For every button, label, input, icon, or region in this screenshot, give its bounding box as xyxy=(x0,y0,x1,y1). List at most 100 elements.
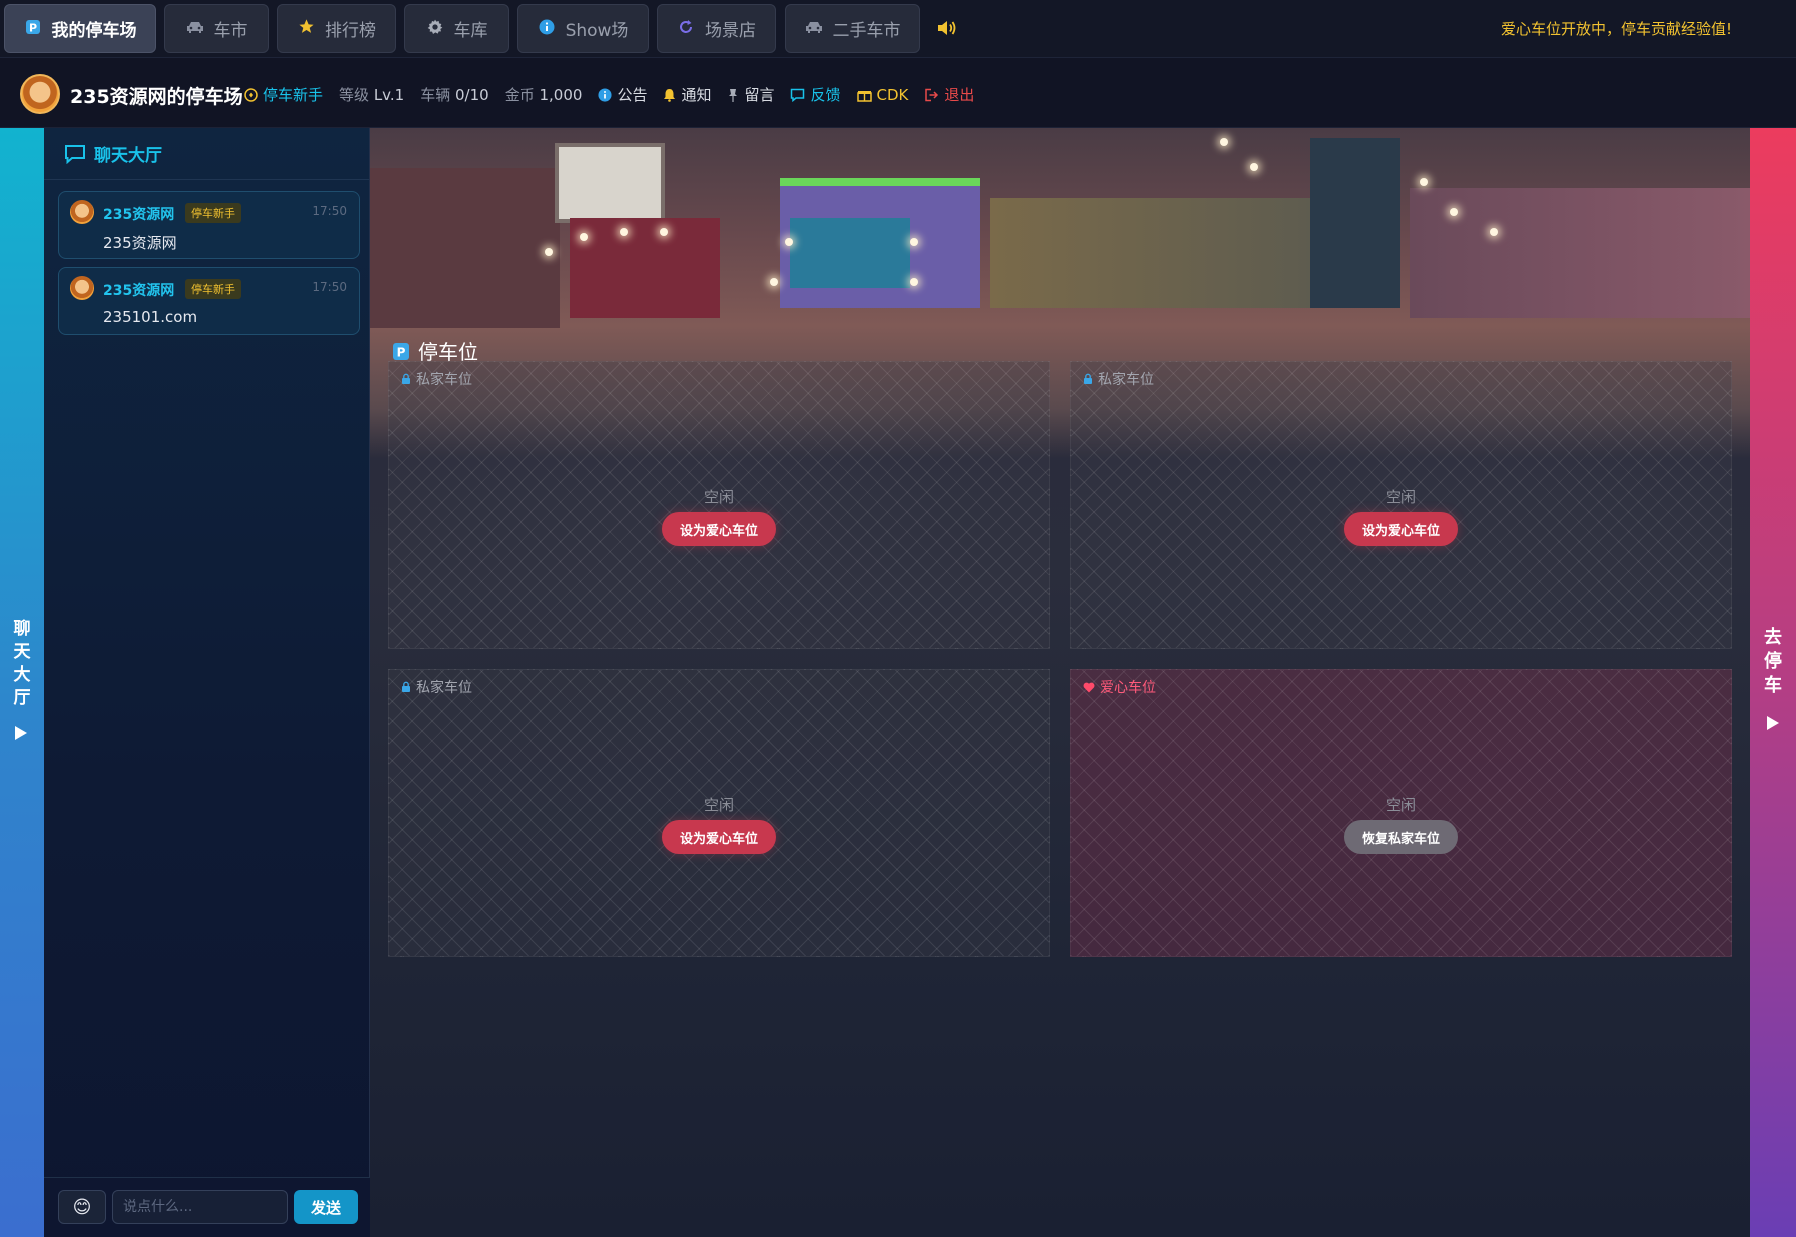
feedback-link[interactable]: 反馈 xyxy=(790,84,841,105)
message-user[interactable]: 235资源网 xyxy=(103,204,174,224)
parking-slot[interactable]: 私家车位 空闲 设为爱心车位 xyxy=(388,361,1050,649)
chat-message: 235资源网 停车新手 17:50 235资源网 xyxy=(58,191,360,259)
avatar[interactable] xyxy=(20,74,60,114)
bell-icon xyxy=(664,88,676,102)
tab-used-cars[interactable]: 二手车市 xyxy=(785,4,920,53)
slot-type-tag: 私家车位 xyxy=(1083,369,1154,389)
notice-link[interactable]: 公告 xyxy=(598,84,647,105)
tab-label: 二手车市 xyxy=(832,21,901,41)
chat-toggle-strip[interactable]: 聊天大厅 xyxy=(0,128,44,1237)
tab-my-parking[interactable]: P 我的停车场 xyxy=(4,4,156,53)
avatar[interactable] xyxy=(70,200,94,224)
avatar[interactable] xyxy=(70,276,94,300)
parking-icon: P xyxy=(24,19,42,39)
gift-icon xyxy=(856,90,872,102)
strip-char: 去 xyxy=(1764,627,1782,648)
set-love-slot-button[interactable]: 设为爱心车位 xyxy=(661,512,777,546)
rank-badge: 停车新手 xyxy=(244,84,323,105)
arrow-right-icon xyxy=(1767,716,1779,730)
parking-slot[interactable]: 私家车位 空闲 设为爱心车位 xyxy=(388,669,1050,957)
feedback-label: 反馈 xyxy=(810,86,841,104)
lock-icon xyxy=(402,681,410,692)
info-icon xyxy=(538,19,556,39)
coins-value: 1,000 xyxy=(539,86,583,104)
logout-link[interactable]: 退出 xyxy=(924,84,974,105)
notify-link[interactable]: 通知 xyxy=(663,84,711,105)
message-user[interactable]: 235资源网 xyxy=(103,280,174,300)
slot-type-tag: 爱心车位 xyxy=(1083,677,1156,697)
rank-icon xyxy=(244,87,258,102)
level-stat: 等级 Lv.1 xyxy=(339,84,404,105)
slot-state: 空闲 xyxy=(1385,796,1416,814)
notify-label: 通知 xyxy=(681,86,712,104)
strip-char: 车 xyxy=(1764,675,1782,696)
chat-message-input[interactable] xyxy=(112,1190,288,1224)
tab-scene-shop[interactable]: 场景店 xyxy=(657,4,776,53)
chat-message: 235资源网 停车新手 17:50 235101.com xyxy=(58,267,360,335)
message-link[interactable]: 留言 xyxy=(727,84,774,105)
slot-state: 空闲 xyxy=(703,488,734,506)
slot-type-label: 私家车位 xyxy=(416,680,472,696)
car-icon xyxy=(805,19,823,38)
gear-icon xyxy=(426,19,444,39)
parking-icon: P xyxy=(393,342,409,360)
go-park-label: 去停车 xyxy=(1750,626,1796,698)
vehicles-label: 车辆 xyxy=(420,86,451,104)
slot-type-tag: 私家车位 xyxy=(401,677,472,697)
restore-private-slot-button[interactable]: 恢复私家车位 xyxy=(1343,820,1459,854)
chat-icon xyxy=(65,144,85,164)
tab-leaderboard[interactable]: 排行榜 xyxy=(277,4,396,53)
refresh-icon xyxy=(677,19,695,39)
message-time: 17:50 xyxy=(312,280,347,294)
tab-car-market[interactable]: 车市 xyxy=(164,4,269,53)
slot-type-label: 私家车位 xyxy=(416,372,472,388)
cdk-link[interactable]: CDK xyxy=(856,85,909,104)
message-text: 235101.com xyxy=(103,308,198,326)
pin-icon xyxy=(729,88,738,102)
tab-label: 排行榜 xyxy=(325,21,376,41)
vehicles-value: 0/10 xyxy=(455,86,489,104)
tab-show[interactable]: Show场 xyxy=(517,4,649,53)
logout-label: 退出 xyxy=(944,86,975,104)
logout-icon xyxy=(925,88,939,101)
tab-garage[interactable]: 车库 xyxy=(404,4,509,53)
slot-type-label: 私家车位 xyxy=(1098,372,1154,388)
coins-label: 金币 xyxy=(504,86,535,104)
volume-icon[interactable] xyxy=(935,17,957,39)
svg-text:P: P xyxy=(28,21,36,34)
message-label: 留言 xyxy=(744,86,775,104)
cdk-label: CDK xyxy=(876,85,909,104)
send-button[interactable]: 发送 xyxy=(294,1190,358,1224)
info-icon xyxy=(598,87,612,102)
set-love-slot-button[interactable]: 设为爱心车位 xyxy=(661,820,777,854)
message-time: 17:50 xyxy=(312,204,347,218)
lock-icon xyxy=(402,373,410,384)
parking-slot[interactable]: 私家车位 空闲 设为爱心车位 xyxy=(1070,361,1732,649)
strip-char: 大 xyxy=(13,665,31,685)
level-value: Lv.1 xyxy=(373,86,405,104)
level-label: 等级 xyxy=(339,86,370,104)
tab-label: Show场 xyxy=(565,21,629,41)
svg-text:P: P xyxy=(397,345,406,359)
set-love-slot-button[interactable]: 设为爱心车位 xyxy=(1343,512,1459,546)
emoji-button[interactable]: 😊 xyxy=(58,1190,106,1224)
message-badge: 停车新手 xyxy=(185,279,241,299)
announcement-text: 爱心车位开放中，停车贡献经验值! xyxy=(1500,20,1732,38)
lock-icon xyxy=(1084,373,1092,384)
slot-state: 空闲 xyxy=(1385,488,1416,506)
vehicles-stat: 车辆 0/10 xyxy=(420,84,488,105)
star-icon xyxy=(297,18,315,39)
message-badge: 停车新手 xyxy=(185,203,241,223)
go-park-strip[interactable]: 去停车 xyxy=(1750,128,1796,1237)
tab-label: 车库 xyxy=(453,21,488,41)
strip-char: 天 xyxy=(13,642,31,662)
slot-type-tag: 私家车位 xyxy=(401,369,472,389)
chat-title: 聊天大厅 xyxy=(94,146,162,166)
parking-slot-love[interactable]: 爱心车位 空闲 恢复私家车位 xyxy=(1070,669,1732,957)
parking-lot-title: 235资源网的停车场 xyxy=(70,86,243,108)
heart-icon xyxy=(1083,682,1095,692)
slot-type-label: 爱心车位 xyxy=(1100,680,1156,696)
slot-state: 空闲 xyxy=(703,796,734,814)
parking-lot-area: P 停车位 私家车位 空闲 设为爱心车位 私家车位 空闲 设为爱心车位 私家车位… xyxy=(370,128,1750,1237)
notice-label: 公告 xyxy=(617,86,648,104)
